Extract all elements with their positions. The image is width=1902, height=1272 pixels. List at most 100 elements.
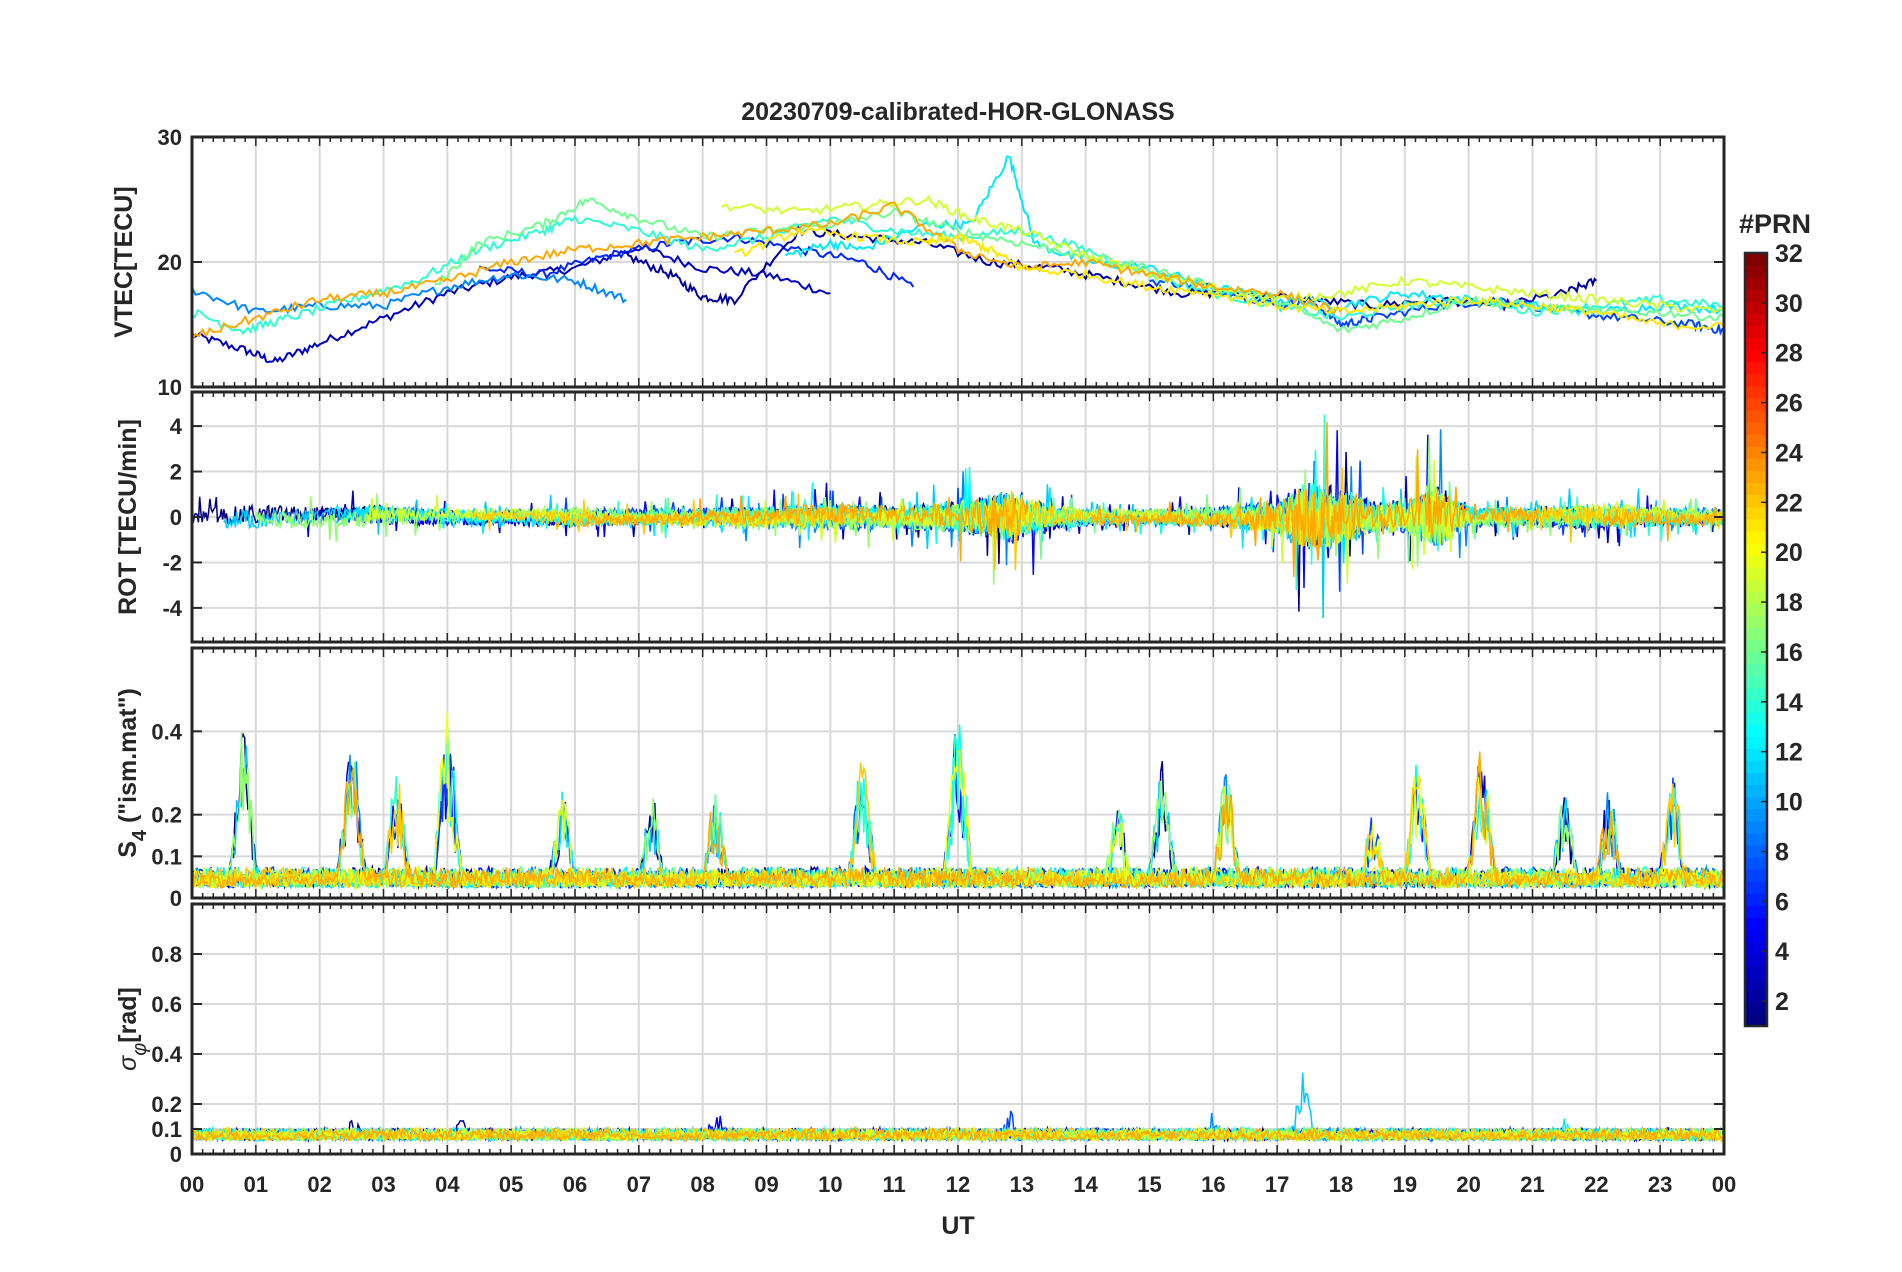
colorbar-cell <box>1745 651 1767 665</box>
x-tick-label: 10 <box>818 1172 842 1197</box>
y-tick-label: 0.1 <box>151 844 182 869</box>
y-tick-label: 0.1 <box>151 1117 182 1142</box>
colorbar-tick-label: 30 <box>1775 290 1803 318</box>
y-tick-label: -2 <box>162 550 182 575</box>
y-tick-label: 0.8 <box>151 942 182 967</box>
colorbar-cell <box>1745 579 1767 592</box>
colorbar-cell <box>1745 736 1767 749</box>
colorbar-cell <box>1745 253 1767 266</box>
colorbar-cell <box>1745 410 1767 423</box>
colorbar-cell <box>1745 929 1767 943</box>
y-tick-label: 0.4 <box>151 719 182 744</box>
colorbar-tick-label: 24 <box>1775 439 1803 467</box>
colorbar-tick-label: 20 <box>1775 539 1803 567</box>
y-tick-label: 2 <box>170 460 182 485</box>
colorbar-cell <box>1745 603 1767 616</box>
y-tick-label: 0.4 <box>151 1042 182 1067</box>
y-tick-label: 30 <box>158 125 182 150</box>
y-tick-label: 10 <box>158 375 182 400</box>
colorbar-cell <box>1745 361 1767 375</box>
colorbar-cell <box>1745 542 1767 556</box>
y-axis-label: ROT [TECU/min] <box>114 419 142 615</box>
x-tick-label: 08 <box>690 1172 714 1197</box>
colorbar-cell <box>1745 820 1767 834</box>
colorbar-cell <box>1745 470 1767 484</box>
colorbar-cell <box>1745 687 1767 701</box>
x-tick-label: 23 <box>1648 1172 1672 1197</box>
x-tick-label: 18 <box>1329 1172 1353 1197</box>
colorbar-cell <box>1745 772 1767 786</box>
colorbar-tick-label: 22 <box>1775 489 1803 517</box>
colorbar-cell <box>1745 724 1767 737</box>
panel-vtec: 10 20 30 VTEC[TECU] <box>110 125 1726 400</box>
x-tick-label: 00 <box>180 1172 204 1197</box>
x-tick-label: 01 <box>244 1172 268 1197</box>
colorbar-cell <box>1745 627 1767 641</box>
x-tick-label: 21 <box>1520 1172 1544 1197</box>
colorbar-tick-label: 2 <box>1775 988 1789 1016</box>
colorbar-cell <box>1745 277 1767 290</box>
x-tick-label: 20 <box>1456 1172 1480 1197</box>
panel-rot: -4 -2 0 2 4 ROT [TECU/min] <box>114 390 1726 644</box>
colorbar-cell <box>1745 289 1767 302</box>
colorbar-cell <box>1745 385 1767 399</box>
x-tick-label: 09 <box>754 1172 778 1197</box>
colorbar-cell <box>1745 868 1767 882</box>
colorbar-cell <box>1745 675 1767 689</box>
x-tick-label: 03 <box>371 1172 395 1197</box>
colorbar-label: #PRN <box>1739 209 1811 239</box>
colorbar-cell <box>1745 905 1767 918</box>
colorbar-cell <box>1745 784 1767 798</box>
colorbar-cell <box>1745 941 1767 955</box>
colorbar-tick-label: 6 <box>1775 888 1789 916</box>
colorbar-tick-label: 16 <box>1775 639 1803 667</box>
y-tick-label: 0 <box>170 1142 182 1167</box>
colorbar-cell <box>1745 639 1767 653</box>
colorbar-cell <box>1745 265 1767 278</box>
colorbar-cell <box>1745 482 1767 496</box>
chart-title: 20230709-calibrated-HOR-GLONASS <box>741 98 1174 126</box>
x-tick-label: 16 <box>1201 1172 1225 1197</box>
figure: 20230709-calibrated-HOR-GLONASS 102030VT… <box>110 98 1811 1240</box>
x-axis-label: UT <box>941 1212 974 1240</box>
x-tick-label: 04 <box>435 1172 460 1197</box>
colorbar-cell <box>1745 458 1767 472</box>
colorbar-cell <box>1745 808 1767 822</box>
colorbar-tick-label: 14 <box>1775 689 1803 717</box>
colorbar-tick-label: 4 <box>1775 938 1789 966</box>
x-tick-label: 14 <box>1073 1172 1098 1197</box>
y-tick-label: 20 <box>158 250 182 275</box>
y-axis-label: S4 ("ism.mat") <box>114 688 151 858</box>
y-axis-label: VTEC[TECU] <box>110 186 138 337</box>
colorbar-tick-label: 32 <box>1775 240 1803 268</box>
y-tick-label: 0 <box>170 886 182 911</box>
colorbar-cell <box>1745 760 1767 773</box>
x-tick-label: 07 <box>627 1172 651 1197</box>
panel-s4: 0 0.1 0.2 0.4S4 ("ism.mat") <box>114 646 1726 911</box>
colorbar-tick-label: 12 <box>1775 739 1803 767</box>
colorbar-cell <box>1745 663 1767 677</box>
colorbar-tick-label: 18 <box>1775 589 1803 617</box>
x-tick-label: 11 <box>883 1172 906 1197</box>
x-tick-label: 06 <box>563 1172 587 1197</box>
colorbar-cell <box>1745 711 1767 725</box>
colorbar-cell <box>1745 313 1767 327</box>
x-tick-label: 22 <box>1584 1172 1608 1197</box>
colorbar-tick-label: 10 <box>1775 789 1803 817</box>
x-tick-label: 17 <box>1265 1172 1289 1197</box>
colorbar-cell <box>1745 953 1767 967</box>
colorbar-cell <box>1745 1013 1767 1027</box>
colorbar-cell <box>1745 917 1767 930</box>
y-tick-label: 0.6 <box>151 992 182 1017</box>
colorbar-cell <box>1745 977 1767 991</box>
colorbar-cell <box>1745 554 1767 568</box>
y-tick-label: 4 <box>170 414 183 439</box>
colorbar-cell <box>1745 434 1767 447</box>
colorbar-cell <box>1745 518 1767 532</box>
colorbar-cell <box>1745 530 1767 544</box>
colorbar-cell <box>1745 856 1767 870</box>
y-axis-label: σφ[rad] <box>114 987 151 1071</box>
x-tick-label: 02 <box>307 1172 331 1197</box>
x-tick-label: 00 <box>1712 1172 1736 1197</box>
x-tick-label: 12 <box>946 1172 970 1197</box>
